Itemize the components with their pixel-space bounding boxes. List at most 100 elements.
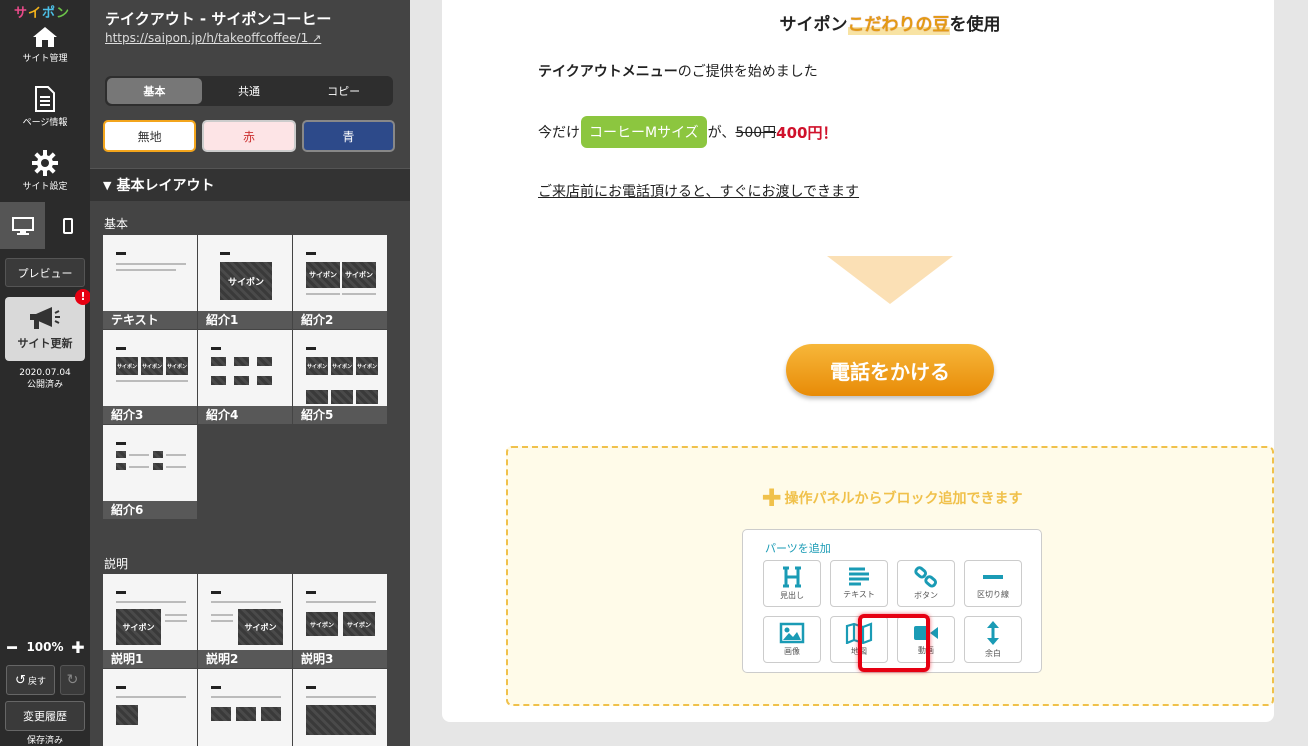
parts-title: パーツを追加 — [765, 542, 831, 555]
add-heading-button[interactable]: 見出し — [763, 560, 821, 607]
page-url-link[interactable]: https://saipon.jp/h/takeoffcoffee/1 ↗ — [105, 31, 321, 45]
saved-status: 保存済み — [26, 736, 63, 746]
part-label: テキスト — [843, 590, 875, 599]
bg-plain-button[interactable]: 無地 — [103, 120, 197, 152]
explain-layout-grid: サイポン 説明1 サイポン 説明2 サイポン サイポン 説明3 — [103, 574, 387, 746]
redo-icon: ↻ — [66, 672, 79, 688]
chevron-down-icon: ▼ — [103, 178, 112, 192]
thumb-image: サイポン — [306, 262, 340, 288]
thumb-image: サイポン — [141, 357, 163, 375]
heading-highlight: こだわりの豆 — [847, 15, 950, 35]
layout-tile-intro5[interactable]: サイポン サイポン サイポン 紹介5 — [293, 330, 387, 424]
layout-tile-intro4[interactable]: 紹介4 — [198, 330, 292, 424]
image-icon — [779, 622, 805, 644]
tab-common[interactable]: 共通 — [202, 78, 297, 104]
layout-tile-text[interactable]: テキスト — [103, 235, 197, 329]
thumb-image — [116, 705, 138, 725]
zoom-level: 100% — [26, 640, 64, 654]
redo-button[interactable]: ↻ — [60, 665, 85, 695]
heading-prefix: サイポン — [779, 15, 848, 35]
add-button-button[interactable]: ボタン — [897, 560, 955, 607]
add-image-button[interactable]: 画像 — [763, 616, 821, 663]
layout-tile-intro3[interactable]: サイポン サイポン サイポン 紹介3 — [103, 330, 197, 424]
saipon-logo[interactable]: サイポン — [14, 2, 70, 21]
tile-caption: 紹介3 — [103, 406, 197, 424]
editor-canvas: サイポンこだわりの豆を使用 テイクアウトメニューのご提供を始めました 今だけ コ… — [410, 0, 1308, 746]
add-map-button[interactable]: 地図 — [830, 616, 888, 663]
zoom-in-button[interactable]: ✚ — [71, 638, 85, 657]
plus-icon: ✚ — [761, 484, 782, 512]
layout-tile-explain4[interactable] — [103, 669, 197, 746]
bg-blue-button[interactable]: 青 — [301, 120, 395, 152]
spacing-icon — [987, 621, 999, 645]
text-line-offer[interactable]: 今だけ コーヒーMサイズ が、 500円 400円！ — [538, 116, 837, 148]
accordion-basic-layout[interactable]: ▼ 基本レイアウト — [90, 168, 410, 201]
rail-item-site-settings[interactable]: サイト設定 — [0, 150, 90, 192]
zoom-out-button[interactable]: ━ — [5, 638, 19, 657]
line2-mid: が、 — [707, 125, 736, 141]
line1-bold: テイクアウトメニュー — [538, 64, 678, 80]
new-price: 400円！ — [776, 123, 838, 142]
thumb-image: サイポン — [331, 357, 353, 375]
desktop-icon — [11, 216, 34, 235]
desktop-view-button[interactable] — [0, 202, 45, 249]
layout-tile-explain6[interactable] — [293, 669, 387, 746]
site-update-button[interactable]: ! サイト更新 — [5, 289, 91, 361]
thumb-image: サイポン — [356, 357, 378, 375]
undo-button[interactable]: ↺ 戻す — [6, 665, 55, 695]
layout-tile-explain1[interactable]: サイポン 説明1 — [103, 574, 197, 668]
left-rail: サイポン サイト管理 ページ情報 サイト設定 プレビュー ! サイト更新 202… — [0, 0, 91, 746]
preview-label: プレビュー — [17, 266, 73, 280]
section-heading[interactable]: サイポンこだわりの豆を使用 — [506, 10, 1274, 35]
tab-copy[interactable]: コピー — [296, 78, 391, 104]
layout-tile-intro1[interactable]: サイポン 紹介1 — [198, 235, 292, 329]
rail-item-label: サイト設定 — [22, 182, 68, 192]
old-price: 500円 — [735, 125, 777, 141]
page-url: https://saipon.jp/h/takeoffcoffee/1 — [105, 31, 309, 45]
mobile-view-button[interactable] — [45, 202, 90, 249]
layout-tile-intro2[interactable]: サイポン サイポン 紹介2 — [293, 235, 387, 329]
text-line-call[interactable]: ご来店前にお電話頂けると、すぐにお渡しできます — [538, 181, 859, 201]
block-drop-zone[interactable]: ✚ 操作パネルからブロック追加できます パーツを追加 見出し テキスト ボタン … — [506, 446, 1274, 706]
call-button[interactable]: 電話をかける — [786, 344, 994, 396]
bg-red-button[interactable]: 赤 — [202, 120, 296, 152]
tile-caption: 説明2 — [198, 650, 292, 668]
section-label-explain: 説明 — [104, 557, 129, 571]
thumb-image — [257, 357, 272, 366]
thumb-image — [234, 357, 249, 366]
dropzone-message: ✚ 操作パネルからブロック追加できます — [508, 484, 1276, 512]
tile-caption: 紹介4 — [198, 406, 292, 424]
tile-caption: 紹介1 — [198, 311, 292, 329]
thumb-image: サイポン — [116, 357, 138, 375]
tab-basic[interactable]: 基本 — [107, 78, 202, 104]
gear-icon — [32, 150, 58, 176]
add-text-button[interactable]: テキスト — [830, 560, 888, 607]
add-divider-button[interactable]: 区切り線 — [964, 560, 1022, 607]
history-button[interactable]: 変更履歴 — [5, 701, 85, 731]
thumb-image: サイポン — [342, 262, 376, 288]
page-info-icon — [35, 86, 55, 112]
layout-tile-intro6[interactable]: 紹介6 — [103, 425, 197, 519]
heading-suffix: を使用 — [949, 15, 1001, 35]
text-line-menu[interactable]: テイクアウトメニューのご提供を始めました — [538, 61, 818, 81]
tile-caption: 説明3 — [293, 650, 387, 668]
tile-caption: テキスト — [103, 311, 197, 329]
page-title: テイクアウト - サイポンコーヒー — [105, 10, 332, 28]
thumb-image: サイポン — [220, 262, 272, 300]
rail-item-page-info[interactable]: ページ情報 — [0, 86, 90, 128]
thumb-image — [211, 357, 226, 366]
layout-tile-explain2[interactable]: サイポン 説明2 — [198, 574, 292, 668]
part-label: 動画 — [918, 646, 934, 655]
preview-button[interactable]: プレビュー — [5, 258, 85, 287]
accordion-title: 基本レイアウト — [116, 178, 215, 194]
map-icon — [845, 622, 873, 644]
add-spacing-button[interactable]: 余白 — [964, 616, 1022, 663]
layout-tile-explain3[interactable]: サイポン サイポン 説明3 — [293, 574, 387, 668]
layout-tile-explain5[interactable] — [198, 669, 292, 746]
thumb-image — [306, 390, 328, 404]
mobile-icon — [62, 217, 73, 234]
add-video-button[interactable]: 動画 — [897, 616, 955, 663]
text-icon — [849, 567, 869, 586]
zoom-control: ━ 100% ✚ — [5, 638, 85, 657]
rail-item-site-management[interactable]: サイト管理 — [0, 26, 90, 64]
